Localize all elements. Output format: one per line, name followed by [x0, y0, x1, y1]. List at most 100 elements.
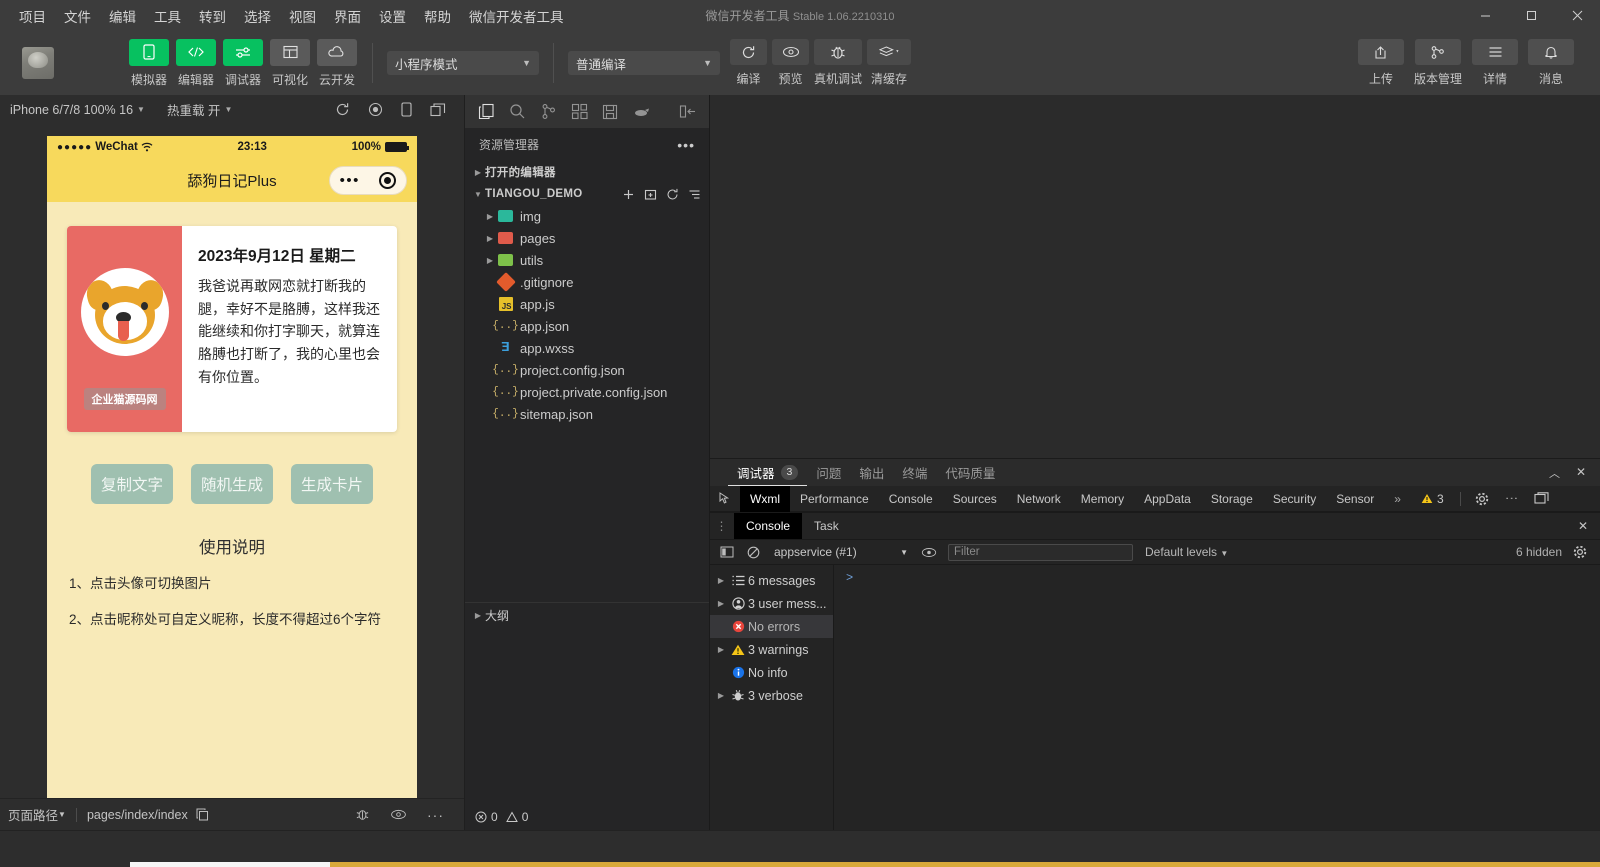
menu-item-tools[interactable]: 工具	[145, 2, 190, 30]
console-filter-errors[interactable]: No errors	[710, 615, 833, 638]
real-device-debug-button[interactable]: 真机调试	[814, 39, 862, 87]
tab-terminal[interactable]: 终端	[893, 459, 936, 486]
devtools-tab-security[interactable]: Security	[1263, 486, 1326, 512]
random-generate-button[interactable]: 随机生成	[191, 464, 273, 505]
file-item-project-config[interactable]: {..} project.config.json	[465, 359, 709, 381]
file-item-app-js[interactable]: JS app.js	[465, 293, 709, 315]
file-item-project-private-config[interactable]: {..} project.private.config.json	[465, 381, 709, 403]
debugger-toggle-button[interactable]: 调试器	[222, 38, 264, 88]
horizontal-scrollbar[interactable]	[130, 862, 330, 867]
task-tab[interactable]: Task	[802, 513, 851, 539]
details-button[interactable]: 详情	[1472, 39, 1518, 87]
menu-item-file[interactable]: 文件	[55, 2, 100, 30]
bug-icon[interactable]	[355, 807, 370, 822]
project-mode-select[interactable]: 小程序模式 ▼	[387, 51, 539, 75]
console-filter-warnings[interactable]: ▶ 3 warnings	[710, 638, 833, 661]
eye-icon[interactable]	[390, 809, 407, 820]
editor-toggle-button[interactable]: 编辑器	[175, 38, 217, 88]
file-item-app-wxss[interactable]: Ǝ app.wxss	[465, 337, 709, 359]
menu-item-select[interactable]: 选择	[235, 2, 280, 30]
tab-output[interactable]: 输出	[850, 459, 893, 486]
target-icon[interactable]	[379, 172, 397, 190]
inspect-element-icon[interactable]	[710, 491, 740, 506]
devtools-tab-performance[interactable]: Performance	[790, 486, 879, 512]
file-item-sitemap[interactable]: {..} sitemap.json	[465, 403, 709, 425]
eye-icon[interactable]	[916, 547, 942, 558]
docker-icon[interactable]	[632, 105, 650, 119]
wechat-capsule[interactable]: •••	[329, 166, 407, 196]
search-icon[interactable]	[509, 103, 526, 120]
page-path-label[interactable]: 页面路径	[8, 805, 58, 824]
upload-button[interactable]: 上传	[1357, 39, 1404, 87]
cloud-toggle-button[interactable]: 云开发	[316, 38, 358, 88]
collapse-panel-icon[interactable]: ︿	[1549, 465, 1560, 481]
more-icon[interactable]: •••	[340, 173, 360, 188]
console-levels-select[interactable]: Default levels ▼	[1139, 545, 1234, 559]
close-console-icon[interactable]: ✕	[1578, 519, 1600, 533]
devtools-tab-overflow[interactable]: »	[1384, 486, 1411, 512]
maximize-icon[interactable]	[1508, 0, 1554, 31]
menu-item-ui[interactable]: 界面	[325, 2, 370, 30]
file-item-img[interactable]: ▶ img	[465, 205, 709, 227]
devtools-tab-storage[interactable]: Storage	[1201, 486, 1263, 512]
problems-status[interactable]: 0 0	[465, 804, 709, 830]
refresh-icon[interactable]	[666, 188, 679, 201]
devtools-tab-appdata[interactable]: AppData	[1134, 486, 1201, 512]
record-icon[interactable]	[368, 102, 383, 117]
console-output[interactable]: >	[834, 565, 1600, 842]
panel-toggle-icon[interactable]	[679, 104, 696, 119]
files-icon[interactable]	[478, 103, 495, 120]
outline-section[interactable]: ▶ 大纲	[465, 601, 709, 628]
devtools-warning-indicator[interactable]: 3	[1411, 486, 1454, 512]
generate-card-button[interactable]: 生成卡片	[291, 464, 373, 505]
console-context-select[interactable]: appservice (#1) ▼	[766, 545, 916, 559]
menu-item-view[interactable]: 视图	[280, 2, 325, 30]
file-item-app-json[interactable]: {..} app.json	[465, 315, 709, 337]
extensions-icon[interactable]	[571, 103, 588, 120]
devtools-tab-memory[interactable]: Memory	[1071, 486, 1134, 512]
close-icon[interactable]	[1554, 0, 1600, 31]
console-filter-verbose[interactable]: ▶ 3 verbose	[710, 684, 833, 707]
visualization-toggle-button[interactable]: 可视化	[269, 38, 311, 88]
menu-item-help[interactable]: 帮助	[415, 2, 460, 30]
kebab-icon[interactable]: ⋮	[1497, 492, 1527, 505]
refresh-icon[interactable]	[335, 102, 350, 117]
menu-item-settings[interactable]: 设置	[370, 2, 415, 30]
device-select[interactable]: iPhone 6/7/8 100% 16 ▼	[10, 103, 145, 117]
editor-area[interactable]	[710, 95, 1600, 458]
gear-icon[interactable]	[1467, 492, 1497, 506]
minimize-icon[interactable]	[1462, 0, 1508, 31]
new-folder-icon[interactable]	[644, 188, 657, 201]
compile-button[interactable]: 编译	[730, 39, 767, 87]
tab-code-quality[interactable]: 代码质量	[936, 459, 1004, 486]
collapse-all-icon[interactable]	[688, 188, 701, 201]
menu-item-project[interactable]: 项目	[10, 2, 55, 30]
devtools-tab-sources[interactable]: Sources	[943, 486, 1007, 512]
console-filter-messages[interactable]: ▶ 6 messages	[710, 569, 833, 592]
devtools-tab-network[interactable]: Network	[1007, 486, 1071, 512]
menu-item-goto[interactable]: 转到	[190, 2, 235, 30]
console-filter-info[interactable]: No info	[710, 661, 833, 684]
new-file-icon[interactable]	[622, 188, 635, 201]
file-item-utils[interactable]: ▶ utils	[465, 249, 709, 271]
console-settings-icon[interactable]	[1570, 545, 1596, 559]
messages-button[interactable]: 消息	[1528, 39, 1574, 87]
console-filter-input[interactable]: Filter	[948, 543, 1133, 561]
card-avatar-section[interactable]: 企业猫源码网	[67, 226, 182, 433]
devtools-tab-sensor[interactable]: Sensor	[1326, 486, 1384, 512]
copy-icon[interactable]	[196, 808, 209, 821]
sidebar-toggle-icon[interactable]	[714, 546, 740, 558]
menu-item-devtools[interactable]: 微信开发者工具	[460, 2, 573, 30]
shiba-dog-avatar[interactable]	[80, 268, 169, 357]
compile-mode-select[interactable]: 普通编译 ▼	[568, 51, 720, 75]
simulator-toggle-button[interactable]: 模拟器	[128, 38, 170, 88]
more-icon[interactable]: ···	[427, 807, 444, 823]
copy-text-button[interactable]: 复制文字	[91, 464, 173, 505]
version-control-button[interactable]: 版本管理	[1414, 39, 1462, 87]
hot-reload-select[interactable]: 热重载 开 ▼	[167, 100, 232, 119]
devtools-tab-console[interactable]: Console	[879, 486, 943, 512]
file-item-gitignore[interactable]: .gitignore	[465, 271, 709, 293]
devtools-tab-wxml[interactable]: Wxml	[740, 485, 790, 512]
preview-button[interactable]: 预览	[772, 39, 809, 87]
close-panel-icon[interactable]: ✕	[1576, 465, 1586, 481]
